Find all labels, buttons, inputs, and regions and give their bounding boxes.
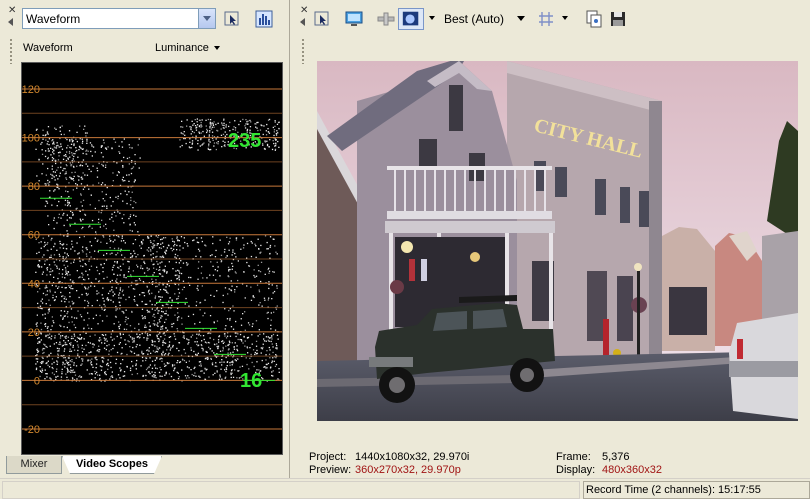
update-scopes-button[interactable] bbox=[254, 9, 274, 29]
scope-type-select[interactable]: Waveform bbox=[22, 8, 216, 29]
y-tick-label: 100 bbox=[22, 133, 40, 145]
select-cursor-button[interactable] bbox=[222, 9, 242, 29]
display-label: Display: bbox=[556, 464, 596, 476]
preview-properties-button[interactable] bbox=[312, 9, 332, 29]
cursor-icon bbox=[314, 11, 329, 26]
record-time-status: Record Time (2 channels): 15:17:55 bbox=[583, 481, 810, 499]
display-info-row: Display: 480x360x32 bbox=[556, 464, 662, 477]
waveform-chart: 120 100 80 60 40 20 0 -20 235 16 bbox=[22, 84, 282, 436]
video-scopes-panel: ✕ Waveform Waveform Luminance 120 100 80 60… bbox=[0, 0, 290, 478]
grip-icon[interactable] bbox=[9, 38, 13, 64]
monitor-icon bbox=[345, 11, 363, 26]
panel-tabs: Mixer Video Scopes bbox=[6, 456, 284, 474]
y-tick-label: 0 bbox=[34, 375, 40, 387]
project-label: Project: bbox=[309, 451, 347, 463]
grid-icon bbox=[539, 12, 553, 26]
scope-mode-dropdown[interactable]: Luminance bbox=[155, 42, 209, 54]
white-truck bbox=[729, 313, 798, 419]
tab-mixer[interactable]: Mixer bbox=[6, 456, 62, 474]
copy-snapshot-button[interactable] bbox=[584, 9, 604, 29]
frame-value: 5,376 bbox=[602, 451, 630, 463]
copy-icon bbox=[586, 10, 602, 28]
cursor-icon bbox=[224, 11, 239, 26]
save-icon bbox=[611, 12, 625, 26]
waveform-trace bbox=[35, 118, 280, 382]
tab-video-scopes[interactable]: Video Scopes bbox=[62, 456, 162, 474]
y-tick-label: 80 bbox=[28, 181, 40, 193]
grid-button[interactable] bbox=[536, 9, 556, 29]
chevron-down-icon[interactable] bbox=[562, 16, 568, 20]
chevron-down-icon[interactable] bbox=[517, 16, 525, 21]
grip-icon[interactable] bbox=[301, 38, 305, 64]
y-tick-label: 60 bbox=[28, 230, 40, 242]
project-value: 1440x1080x32, 29.970i bbox=[355, 451, 470, 463]
y-tick-label: 120 bbox=[22, 84, 40, 96]
chevron-down-icon[interactable] bbox=[429, 16, 435, 20]
preview-toolbar: Best (Auto) bbox=[292, 0, 810, 38]
y-tick-label: 20 bbox=[28, 327, 40, 339]
status-bar-main bbox=[2, 481, 580, 499]
split-icon bbox=[377, 12, 395, 26]
scope-title: Waveform bbox=[23, 42, 73, 54]
overlay-icon bbox=[402, 11, 419, 26]
y-tick-label: -20 bbox=[24, 424, 40, 436]
white-level-label: 235 bbox=[228, 130, 261, 152]
preview-label: Preview: bbox=[309, 464, 352, 476]
waveform-scope: 120 100 80 60 40 20 0 -20 235 16 bbox=[21, 62, 283, 455]
save-snapshot-button[interactable] bbox=[608, 9, 628, 29]
status-bar: Record Time (2 channels): 15:17:55 bbox=[0, 478, 810, 499]
video-preview-panel: ✕ Best (Auto) CITY HALL Project: 1440x10… bbox=[292, 0, 810, 478]
preview-info-row: Preview: 360x270x32, 29.970p bbox=[309, 464, 461, 477]
histogram-icon bbox=[255, 10, 273, 28]
split-screen-button[interactable] bbox=[376, 9, 396, 29]
y-tick-label: 40 bbox=[28, 278, 40, 290]
preview-value: 360x270x32, 29.970p bbox=[355, 464, 461, 476]
chevron-down-icon[interactable] bbox=[214, 46, 220, 50]
project-info-row: Project: 1440x1080x32, 29.970i bbox=[309, 451, 469, 464]
overlays-button[interactable] bbox=[398, 8, 424, 30]
close-icon[interactable]: ✕ bbox=[8, 6, 16, 16]
external-monitor-button[interactable] bbox=[344, 9, 364, 29]
black-level-label: 16 bbox=[240, 370, 262, 392]
frame-info-row: Frame: 5,376 bbox=[556, 451, 630, 464]
video-preview[interactable]: CITY HALL bbox=[317, 61, 798, 421]
chevron-down-icon[interactable] bbox=[198, 9, 215, 28]
preview-image: CITY HALL bbox=[317, 61, 798, 421]
preview-quality-dropdown[interactable]: Best (Auto) bbox=[444, 12, 504, 26]
pin-arrow-icon[interactable] bbox=[8, 18, 13, 26]
scope-type-value: Waveform bbox=[26, 12, 81, 26]
frame-label: Frame: bbox=[556, 451, 591, 463]
display-value: 480x360x32 bbox=[602, 464, 662, 476]
